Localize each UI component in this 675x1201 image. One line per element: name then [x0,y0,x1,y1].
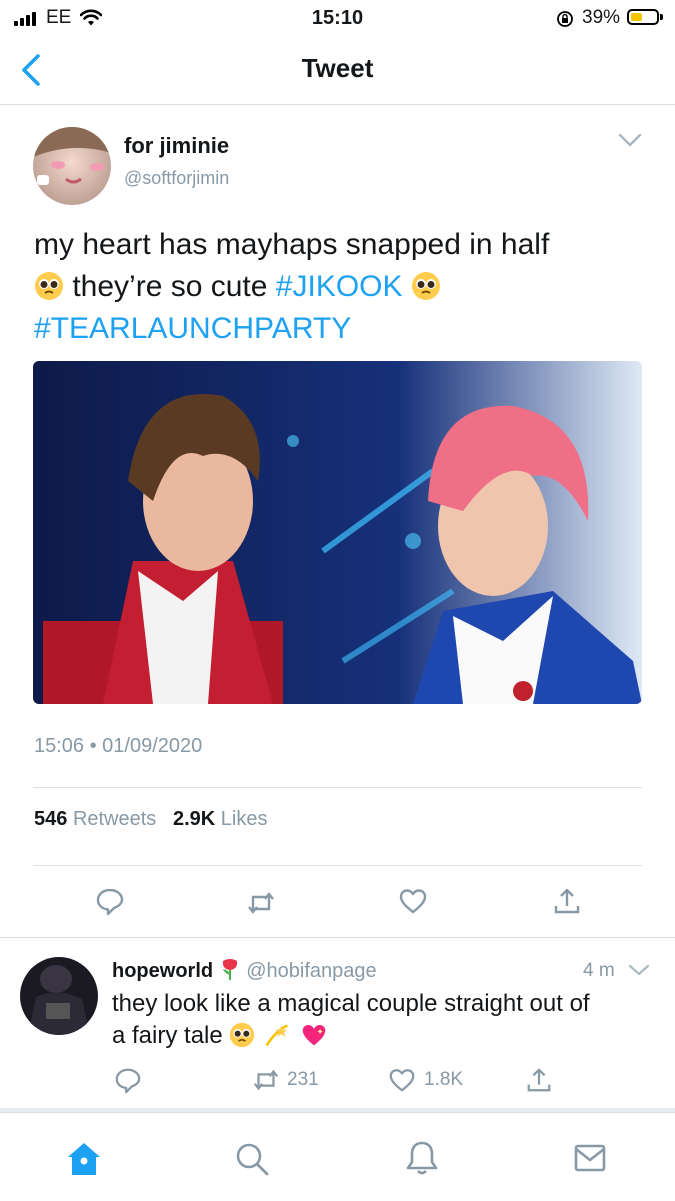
retweet-icon[interactable] [252,1066,280,1094]
pleading-face-emoji [35,272,63,300]
reply-author[interactable]: hopeworld @hobifanpage [112,957,377,983]
tweet-photo[interactable] [33,361,642,704]
reply-author-handle[interactable]: @hobifanpage [246,960,376,982]
reply-icon[interactable] [95,886,125,916]
pleading-face-emoji [230,1022,255,1048]
like-icon[interactable] [388,1066,416,1094]
retweet-icon[interactable] [246,888,276,918]
share-icon[interactable] [552,886,582,916]
battery-tip [660,14,663,20]
hashtag-link[interactable]: #JIKOOK [276,270,403,303]
tweet-stats: 546 Retweets 2.9K Likes [34,808,268,831]
avatar[interactable] [33,127,111,205]
reply-text-line2: a fairy tale [112,1020,657,1052]
reply-icon[interactable] [114,1066,142,1094]
battery-icon [627,9,659,25]
divider [33,787,642,788]
page-title: Tweet [301,53,374,83]
rose-emoji [222,959,237,980]
retweet-count[interactable]: 546 [34,808,67,830]
tweet-text-line1: my heart has mayhaps snapped in half [34,228,550,261]
lock-rotation-icon [557,11,573,27]
author-name[interactable]: for jiminie [124,133,229,159]
dizzy-emoji [265,1024,289,1047]
nav-header: Tweet [0,36,675,105]
pleading-face-emoji [411,272,440,300]
divider [0,937,675,938]
like-icon[interactable] [398,886,428,916]
like-count[interactable]: 2.9K [173,808,215,830]
hashtag-link[interactable]: #TEARLAUNCHPARTY [34,312,351,345]
tweet-text-line2: they’re so cute #JIKOOK [34,266,634,308]
chevron-down-icon[interactable] [627,962,651,978]
tweet-text: my heart has mayhaps snapped in half the… [34,224,634,350]
author-handle[interactable]: @softforjimin [124,168,229,189]
reply-author-name[interactable]: hopeworld [112,960,213,982]
messages-icon[interactable] [574,1143,606,1173]
search-icon[interactable] [234,1141,270,1177]
reply-text: they look like a magical couple straight… [112,988,657,1052]
status-bar: EE 15:10 39% [0,0,675,36]
reply-text-line1: they look like a magical couple straight… [112,990,590,1017]
tweet-text-part: they’re so cute [72,270,268,303]
sparkling-heart-emoji [302,1025,326,1046]
share-icon[interactable] [525,1066,553,1094]
reply-text-part: a fairy tale [112,1022,223,1049]
reply-time: 4 m [583,960,615,981]
divider [33,865,642,866]
tab-bar [0,1112,675,1201]
reply-retweet-count[interactable]: 231 [287,1069,319,1091]
tweet-timestamp: 15:06 • 01/09/2020 [34,735,203,757]
like-label[interactable]: Likes [221,808,268,830]
chevron-down-icon[interactable] [617,131,643,149]
reply-avatar[interactable] [20,957,98,1035]
tweet-text-line3: #TEARLAUNCHPARTY [34,308,634,350]
battery-percent: 39% [582,7,621,28]
retweet-label[interactable]: Retweets [73,808,156,830]
reply-like-count[interactable]: 1.8K [424,1069,463,1091]
notifications-icon[interactable] [404,1139,440,1177]
home-icon[interactable] [66,1141,102,1177]
